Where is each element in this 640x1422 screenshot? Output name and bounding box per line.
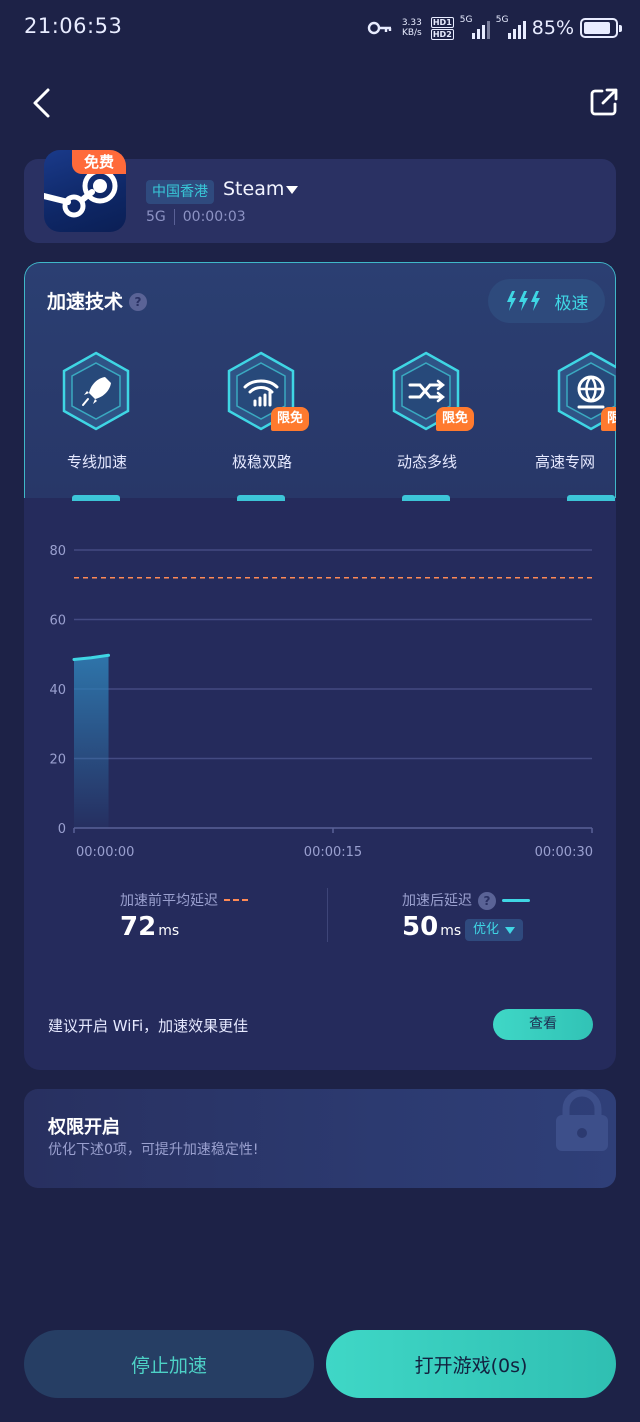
battery-percent: 85% (531, 17, 574, 39)
optimize-tag[interactable]: 优化 (465, 919, 524, 941)
speed-mode-label: 极速 (554, 293, 589, 314)
net-speed-value: 3.33 (401, 18, 422, 28)
latency-chart: 80 60 40 20 0 00:00:00 00:00:15 00:00:30 (24, 520, 616, 860)
after-value: 50 ms (402, 912, 461, 942)
after-unit: ms (440, 923, 462, 939)
region-tag: 中国香港 (146, 180, 214, 204)
free-badge: 免费 (72, 150, 126, 174)
tech-active-indicator (237, 495, 285, 501)
back-icon[interactable] (28, 86, 56, 120)
after-legend-swatch (502, 899, 530, 902)
signal-sim1-icon: 5G (459, 15, 490, 39)
latency-chart-svg: 80 60 40 20 0 00:00:00 00:00:15 00:00:30 (49, 544, 593, 860)
tech-list: 专线加速 限免 极稳双路 限免 动态多线 限 高速专网 (25, 351, 616, 501)
optimize-label: 优化 (473, 922, 500, 937)
x-tick-label: 00:00:15 (304, 845, 362, 860)
y-tick-label: 20 (49, 753, 66, 768)
network-type: 5G (146, 209, 166, 225)
limited-free-badge: 限免 (601, 407, 616, 431)
limited-free-badge: 限免 (271, 407, 310, 431)
tech-item-high-speed-net[interactable]: 限免 高速专网 (535, 351, 616, 501)
x-tick-label: 00:00:30 (535, 845, 593, 860)
y-tick-label: 0 (58, 822, 66, 837)
latency-area (74, 655, 109, 828)
accelerator-page: 21:06:53 3.33 KB/s HD1 HD2 5G 5G 85% 免费 … (0, 0, 640, 1422)
accel-title: 加速技术? (47, 287, 148, 314)
tech-label: 极稳双路 (231, 453, 292, 471)
y-tick-label: 60 (49, 614, 66, 629)
before-legend-swatch (224, 899, 248, 901)
tech-label: 专线加速 (66, 453, 127, 471)
avg-before-text: 加速前平均延迟 (120, 893, 218, 909)
permission-desc: 优化下述0项，可提升加速稳定性! (48, 1142, 259, 1158)
limited-free-badge: 限免 (436, 407, 475, 431)
vpn-key-icon (367, 21, 392, 35)
avg-before-unit: ms (158, 923, 180, 939)
after-help-icon[interactable]: ? (478, 892, 496, 910)
net-speed-unit: KB/s (401, 28, 422, 38)
tech-item-multi-line[interactable]: 限免 动态多线 (372, 351, 482, 501)
status-bar: 21:06:53 3.33 KB/s HD1 HD2 5G 5G 85% (0, 0, 640, 56)
after-number: 50 (402, 912, 439, 942)
signal-sim2-icon: 5G (495, 15, 526, 39)
stop-accel-button[interactable]: 停止加速 (24, 1330, 314, 1398)
permission-card[interactable]: 权限开启 优化下述0项，可提升加速稳定性! (24, 1089, 616, 1188)
hd2-badge: HD2 (430, 28, 454, 40)
x-tick-label: 00:00:00 (76, 845, 134, 860)
permission-title: 权限开启 (48, 1117, 120, 1138)
game-name[interactable]: Steam (223, 178, 284, 200)
hd-badges: HD1 HD2 (430, 16, 454, 40)
after-label: 加速后延迟? (402, 890, 530, 910)
accel-title-text: 加速技术 (47, 291, 124, 313)
after-text: 加速后延迟 (402, 893, 472, 909)
network-speed: 3.33 KB/s (399, 18, 425, 38)
tech-label: 高速专网 (535, 453, 596, 471)
avg-before-value: 72 ms (120, 912, 179, 942)
battery-icon (580, 18, 622, 38)
status-indicators: 3.33 KB/s HD1 HD2 5G 5G 85% (367, 14, 622, 42)
avg-before-label: 加速前平均延迟 (120, 890, 248, 910)
avg-before-number: 72 (120, 912, 157, 942)
tech-label: 动态多线 (396, 453, 457, 471)
tech-active-indicator (72, 495, 120, 501)
rocket-icon (62, 351, 130, 431)
sim2-gen: 5G (495, 15, 509, 25)
hd1-badge: HD1 (430, 16, 454, 28)
tech-item-dedicated-line[interactable]: 专线加速 (42, 351, 152, 501)
meta-divider (173, 209, 175, 225)
open-game-button[interactable]: 打开游戏(0s) (326, 1330, 616, 1398)
game-meta: 5G 00:00:03 (146, 209, 246, 225)
game-dropdown-icon[interactable] (286, 186, 298, 194)
tech-active-indicator (567, 495, 615, 501)
view-button[interactable]: 查看 (493, 1009, 593, 1040)
sim1-gen: 5G (459, 15, 473, 25)
accel-tech-section: 加速技术? 极速 专线加速 限免 极稳双路 限免 动态多线 限 高速专网 (24, 262, 616, 501)
tech-item-dual-path[interactable]: 限免 极稳双路 (207, 351, 317, 501)
battery-fill (584, 22, 610, 34)
lightning-icon (505, 290, 543, 312)
status-time: 21:06:53 (24, 14, 123, 38)
accel-duration: 00:00:03 (182, 209, 246, 225)
y-tick-label: 40 (49, 683, 66, 698)
tech-active-indicator (402, 495, 450, 501)
speed-mode-button[interactable]: 极速 (488, 279, 605, 323)
wifi-tip: 建议开启 WiFi，加速效果更佳 (48, 1017, 249, 1035)
help-icon[interactable]: ? (129, 293, 148, 311)
optimize-dropdown-icon (505, 926, 516, 934)
share-icon[interactable] (588, 86, 620, 118)
y-tick-label: 80 (49, 544, 66, 559)
stats-divider (327, 888, 328, 942)
lock-icon (556, 1089, 608, 1151)
